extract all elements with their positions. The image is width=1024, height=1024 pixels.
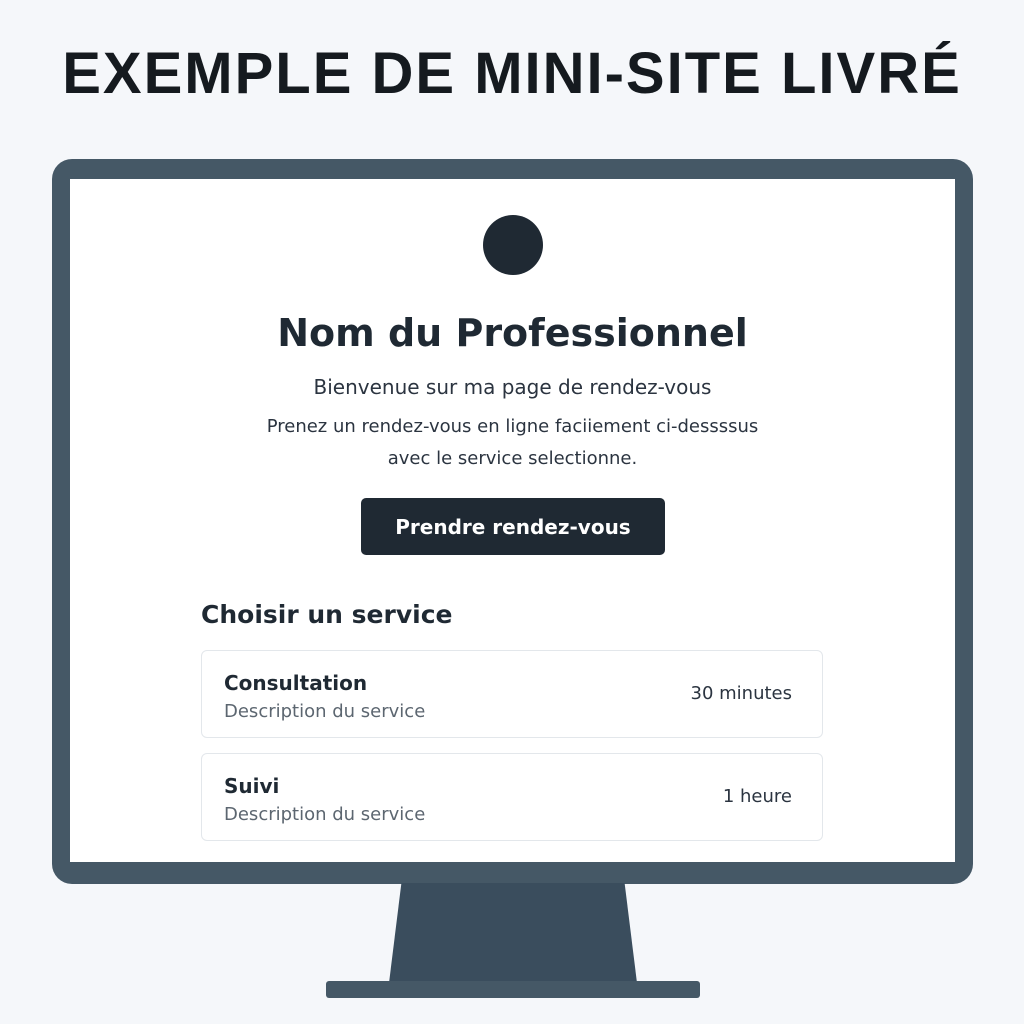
intro-line-1: Prenez un rendez-vous en ligne faciiemen…	[266, 416, 759, 437]
service-duration: 1 heure	[722, 786, 792, 807]
book-appointment-button[interactable]: Prendre rendez-vous	[361, 498, 665, 555]
monitor-screen: Nom du Professionnel Bienvenue sur ma pa…	[70, 179, 955, 862]
service-description: Description du service	[224, 701, 426, 722]
service-card-consultation[interactable]: Consultation Description du service 30 m…	[201, 650, 823, 738]
intro-line-2: avec le service selectionne.	[387, 448, 638, 469]
services-title: Choisir un service	[201, 600, 453, 629]
service-name: Suivi	[224, 774, 280, 798]
service-description: Description du service	[224, 804, 426, 825]
monitor-stand-base	[326, 981, 700, 998]
service-card-suivi[interactable]: Suivi Description du service 1 heure	[201, 753, 823, 841]
welcome-text: Bienvenue sur ma page de rendez-vous	[313, 375, 712, 399]
service-name: Consultation	[224, 671, 368, 695]
monitor-frame: Nom du Professionnel Bienvenue sur ma pa…	[52, 159, 973, 884]
headline: EXEMPLE DE MINI-SITE LIVRÉ	[62, 41, 962, 106]
service-duration: 30 minutes	[690, 683, 793, 704]
professional-name: Nom du Professionnel	[277, 311, 748, 355]
avatar	[483, 215, 543, 275]
intro-text: Prenez un rendez-vous en ligne faciiemen…	[70, 411, 955, 475]
monitor-stand-neck	[389, 883, 637, 983]
